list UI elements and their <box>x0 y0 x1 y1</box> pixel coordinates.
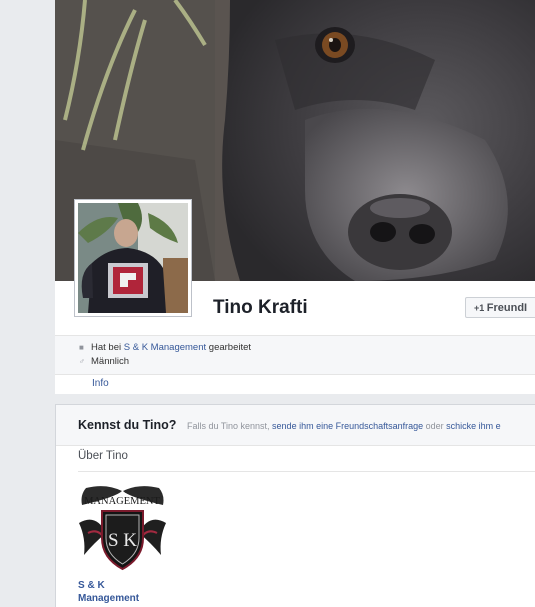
know-panel: Kennst du Tino? Falls du Tino kennst, se… <box>55 404 535 607</box>
briefcase-icon: ■ <box>79 343 84 352</box>
tab-info[interactable]: Info <box>92 378 109 389</box>
work-name-line2: Management <box>78 593 140 604</box>
know-text-2: oder <box>423 421 447 431</box>
add-friend-button[interactable]: +1 FreundI <box>465 297 535 318</box>
know-text-1: Falls du Tino kennst, <box>187 421 273 431</box>
add-friend-label: FreundI <box>486 302 528 314</box>
work-fact: ■ Hat bei S & K Management gearbeitet <box>79 342 251 353</box>
logo-management-text: MANAGEMENT <box>84 496 160 507</box>
sk-management-logo: MANAGEMENT S K <box>79 486 166 571</box>
know-panel-header: Kennst du Tino? Falls du Tino kennst, se… <box>56 405 535 446</box>
about-heading: Über Tino <box>78 450 128 462</box>
profile-picture[interactable] <box>74 199 192 317</box>
gender-fact: ♂ Männlich <box>79 356 129 367</box>
know-panel-title: Kennst du Tino? <box>78 418 177 432</box>
work-link[interactable]: S & K Management <box>124 342 206 353</box>
work-name[interactable]: S & K Management <box>78 579 139 605</box>
gender-text: Männlich <box>91 356 130 367</box>
left-sidebar-strip <box>0 0 55 606</box>
profile-facts: ■ Hat bei S & K Management gearbeitet ♂ Mä… <box>55 336 535 374</box>
work-logo[interactable]: MANAGEMENT S K <box>76 483 169 573</box>
send-friend-request-link[interactable]: sende ihm eine Freundschaftsanfrage <box>272 421 423 431</box>
add-friend-icon: +1 <box>474 303 487 313</box>
profile-photo <box>78 203 188 313</box>
profile-name[interactable]: Tino Krafti <box>213 297 308 319</box>
logo-initials: S K <box>108 530 137 551</box>
work-prefix: Hat bei <box>91 342 124 353</box>
profile-tabs: Info <box>55 374 535 394</box>
send-message-link[interactable]: schicke ihm e <box>446 421 501 431</box>
know-panel-text: Falls du Tino kennst, sende ihm eine Fre… <box>187 421 501 431</box>
about-divider <box>78 471 535 472</box>
work-suffix: gearbeitet <box>206 342 252 353</box>
work-name-line1: S & K <box>78 580 105 591</box>
male-icon: ♂ <box>79 357 85 366</box>
